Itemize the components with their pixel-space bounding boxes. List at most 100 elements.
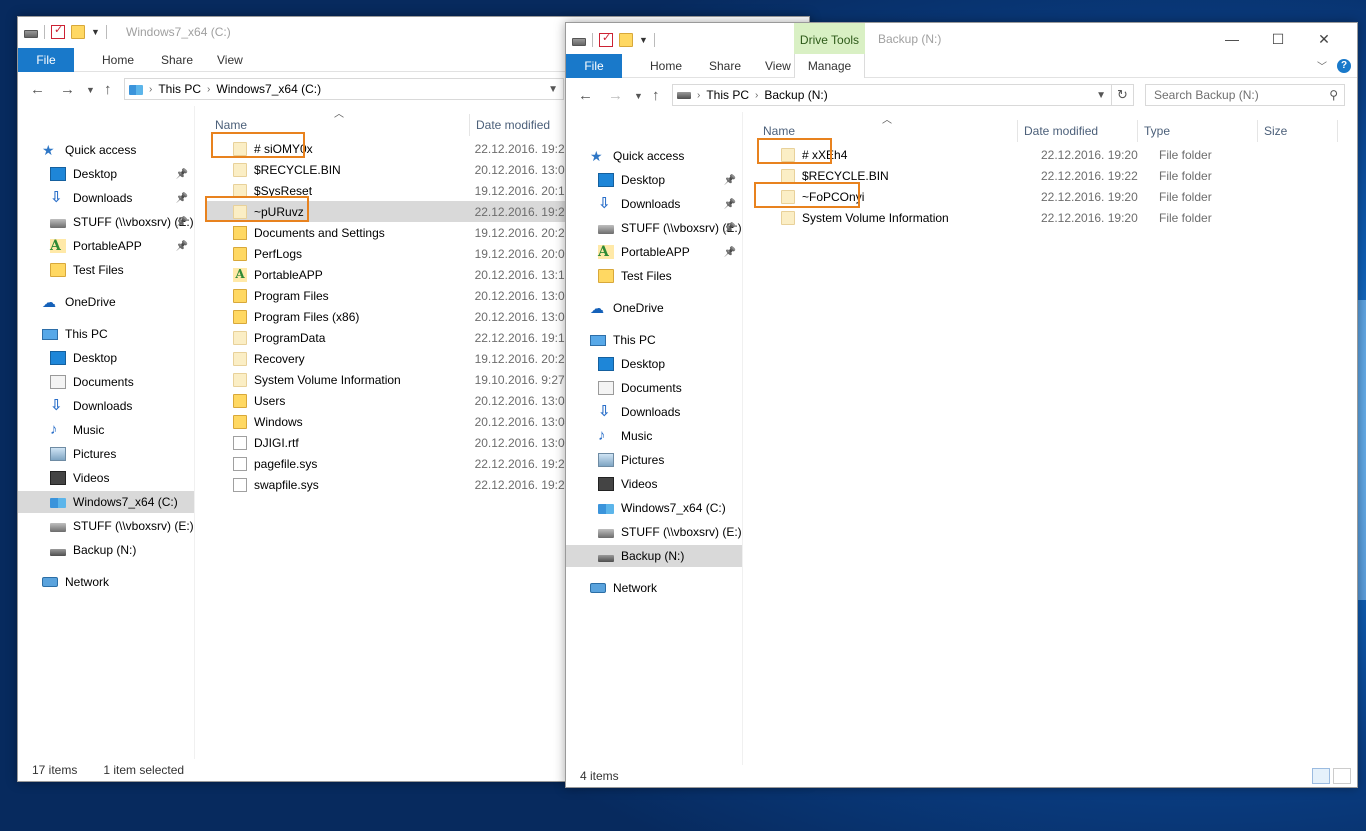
address-dropdown-chevron-icon[interactable]: ▼ xyxy=(548,84,558,95)
new-folder-icon[interactable] xyxy=(619,33,633,47)
file-row[interactable]: System Volume Information 22.12.2016. 19:… xyxy=(753,207,1343,228)
tab-home[interactable]: Home xyxy=(636,54,696,78)
nav-item[interactable]: ⇩ Downloads xyxy=(566,401,742,423)
tab-share[interactable]: Share xyxy=(147,48,207,72)
tab-manage[interactable]: Manage xyxy=(794,54,865,78)
file-row[interactable]: ProgramData 22.12.2016. 19:16 xyxy=(205,327,565,348)
forward-arrow-icon[interactable]: → xyxy=(60,81,75,98)
nav-item[interactable]: Documents xyxy=(18,371,194,393)
nav-item[interactable]: ♪ Music xyxy=(18,419,194,441)
search-input[interactable]: Search Backup (N:) ⚲ xyxy=(1145,84,1345,106)
forward-arrow-icon[interactable]: → xyxy=(608,87,623,104)
nav-item[interactable]: Test Files xyxy=(566,265,742,287)
file-row[interactable]: pagefile.sys 22.12.2016. 19:20 xyxy=(205,453,565,474)
breadcrumb-chevron-icon[interactable]: › xyxy=(755,90,758,101)
file-row[interactable]: Documents and Settings 19.12.2016. 20:28 xyxy=(205,222,565,243)
nav-item[interactable]: ★ Quick access xyxy=(566,145,742,167)
nav-item[interactable]: Desktop xyxy=(18,347,194,369)
tab-share[interactable]: Share xyxy=(695,54,755,78)
nav-item[interactable]: Desktop 📌 xyxy=(566,169,742,191)
file-row[interactable]: A PortableAPP 20.12.2016. 13:16 xyxy=(205,264,565,285)
nav-item[interactable]: This PC xyxy=(18,323,194,345)
refresh-icon[interactable]: ↻ xyxy=(1112,84,1134,106)
pin-icon[interactable]: 📌 xyxy=(724,175,736,186)
tab-file[interactable]: File xyxy=(566,54,622,78)
tab-file[interactable]: File xyxy=(18,48,74,72)
details-view-icon[interactable] xyxy=(1312,768,1330,784)
nav-item[interactable]: Network xyxy=(18,571,194,593)
search-icon[interactable]: ⚲ xyxy=(1329,88,1338,102)
nav-item[interactable]: Network xyxy=(566,577,742,599)
nav-item[interactable]: ⇩ Downloads 📌 xyxy=(566,193,742,215)
nav-item[interactable]: Documents xyxy=(566,377,742,399)
nav-item[interactable]: STUFF (\\vboxsrv) (E:) 📌 xyxy=(18,211,194,233)
nav-item[interactable]: ⇩ Downloads 📌 xyxy=(18,187,194,209)
file-row[interactable]: Program Files (x86) 20.12.2016. 13:05 xyxy=(205,306,565,327)
nav-item[interactable]: Desktop 📌 xyxy=(18,163,194,185)
nav-item[interactable]: Test Files xyxy=(18,259,194,281)
column-header-type[interactable]: Type xyxy=(1138,120,1258,142)
new-folder-icon[interactable] xyxy=(71,25,85,39)
nav-item[interactable]: Videos xyxy=(566,473,742,495)
nav-item[interactable]: Pictures xyxy=(18,443,194,465)
navigation-pane[interactable]: ★ Quick access Desktop 📌 ⇩ Downloads 📌 STUFF (\… xyxy=(566,112,743,765)
nav-item[interactable]: This PC xyxy=(566,329,742,351)
nav-item[interactable]: Backup (N:) xyxy=(18,539,194,561)
nav-item[interactable]: STUFF (\\vboxsrv) (E:) xyxy=(566,521,742,543)
back-arrow-icon[interactable]: ← xyxy=(578,87,593,104)
breadcrumb-chevron-icon[interactable]: › xyxy=(697,90,700,101)
nav-item[interactable]: ☁ OneDrive xyxy=(18,291,194,313)
tab-view[interactable]: View xyxy=(203,48,257,72)
pin-icon[interactable]: 📌 xyxy=(724,199,736,210)
help-icon[interactable]: ? xyxy=(1337,58,1351,73)
breadcrumb-backup-drive[interactable]: Backup (N:) xyxy=(764,88,827,102)
nav-item[interactable]: ☁ OneDrive xyxy=(566,297,742,319)
file-row[interactable]: swapfile.sys 22.12.2016. 19:20 xyxy=(205,474,565,495)
nav-item[interactable]: ♪ Music xyxy=(566,425,742,447)
pin-icon[interactable]: 📌 xyxy=(724,247,736,258)
large-icons-view-icon[interactable] xyxy=(1333,768,1351,784)
file-row[interactable]: Users 20.12.2016. 13:04 xyxy=(205,390,565,411)
file-row[interactable]: PerfLogs 19.12.2016. 20:09 xyxy=(205,243,565,264)
file-row[interactable]: Windows 20.12.2016. 13:04 xyxy=(205,411,565,432)
nav-item[interactable]: ★ Quick access xyxy=(18,139,194,161)
column-header-size[interactable]: Size xyxy=(1258,120,1338,142)
file-list[interactable]: # siOMY0x 22.12.2016. 19:20 $RECYCLE.BIN 20… xyxy=(205,138,565,518)
nav-item[interactable]: STUFF (\\vboxsrv) (E:) xyxy=(18,515,194,537)
address-bar[interactable]: › This PC › Windows7_x64 (C:) ▼ xyxy=(124,78,564,100)
expand-ribbon-chevron-icon[interactable]: ﹀ xyxy=(1317,58,1327,73)
pin-icon[interactable]: 📌 xyxy=(176,241,188,252)
breadcrumb-chevron-icon[interactable]: › xyxy=(207,84,210,95)
breadcrumb-c-drive[interactable]: Windows7_x64 (C:) xyxy=(216,82,321,96)
maximize-icon[interactable]: ☐ xyxy=(1255,27,1301,51)
nav-item[interactable]: Pictures xyxy=(566,449,742,471)
title-bar[interactable]: ▼ Drive Tools Backup (N:) — ☐ ✕ xyxy=(566,23,1357,54)
navigation-pane[interactable]: ★ Quick access Desktop 📌 ⇩ Downloads 📌 STUFF (\… xyxy=(18,106,195,759)
properties-icon[interactable] xyxy=(599,31,613,47)
file-row[interactable]: Recovery 19.12.2016. 20:28 xyxy=(205,348,565,369)
properties-icon[interactable] xyxy=(51,23,65,39)
explorer-window-backup-drive[interactable]: ▼ Drive Tools Backup (N:) — ☐ ✕ File Hom… xyxy=(565,22,1358,788)
nav-item[interactable]: STUFF (\\vboxsrv) (E:) 📌 xyxy=(566,217,742,239)
nav-item[interactable]: Backup (N:) xyxy=(566,545,742,567)
nav-item[interactable]: A PortableAPP 📌 xyxy=(18,235,194,257)
breadcrumb-chevron-icon[interactable]: › xyxy=(149,84,152,95)
close-icon[interactable]: ✕ xyxy=(1301,27,1347,51)
recent-locations-chevron-icon[interactable]: ▼ xyxy=(86,85,95,95)
back-arrow-icon[interactable]: ← xyxy=(30,81,45,98)
file-row[interactable]: DJIGI.rtf 20.12.2016. 13:00 xyxy=(205,432,565,453)
minimize-icon[interactable]: — xyxy=(1209,27,1255,51)
up-arrow-icon[interactable]: ↑ xyxy=(104,81,112,98)
nav-item[interactable]: ⇩ Downloads xyxy=(18,395,194,417)
breadcrumb-this-pc[interactable]: This PC xyxy=(158,82,201,96)
customize-toolbar-chevron-icon[interactable]: ▼ xyxy=(91,27,100,37)
recent-locations-chevron-icon[interactable]: ▼ xyxy=(634,91,643,101)
pin-icon[interactable]: 📌 xyxy=(176,217,188,228)
nav-item[interactable]: Desktop xyxy=(566,353,742,375)
pin-icon[interactable]: 📌 xyxy=(176,193,188,204)
column-header-date-modified[interactable]: Date modified xyxy=(1018,120,1138,142)
nav-item[interactable]: Videos xyxy=(18,467,194,489)
pin-icon[interactable]: 📌 xyxy=(176,169,188,180)
breadcrumb-this-pc[interactable]: This PC xyxy=(706,88,749,102)
file-row[interactable]: Program Files 20.12.2016. 13:01 xyxy=(205,285,565,306)
